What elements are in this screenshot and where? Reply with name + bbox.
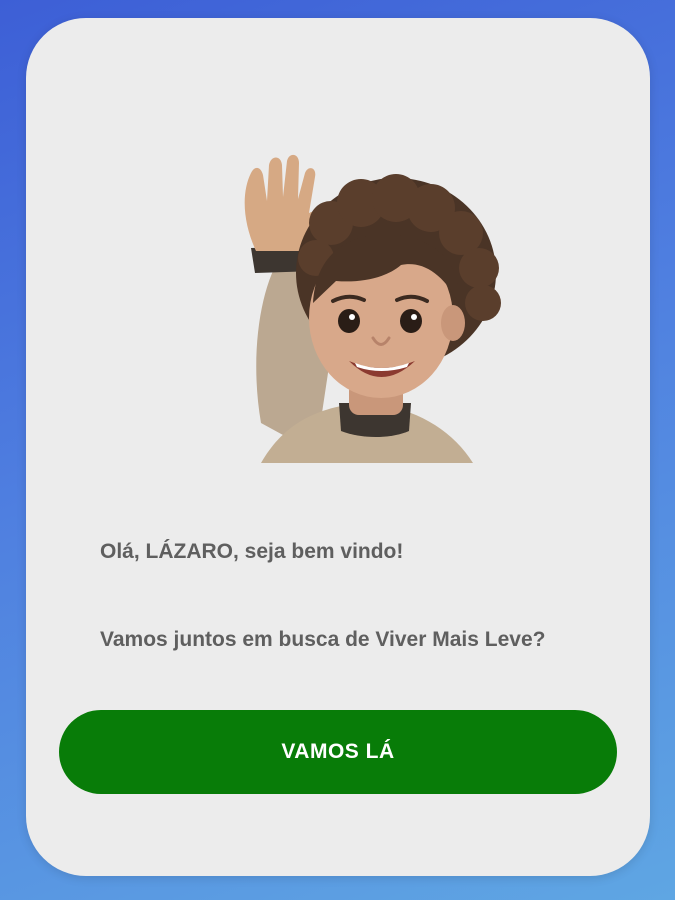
greeting-text: Olá, LÁZARO, seja bem vindo!	[100, 540, 404, 563]
welcome-card: Olá, LÁZARO, seja bem vindo! Vamos junto…	[26, 18, 650, 876]
vamos-la-button[interactable]: VAMOS LÁ	[59, 710, 617, 794]
waving-memoji-icon	[244, 154, 501, 463]
subtitle-text: Vamos juntos em busca de Viver Mais Leve…	[100, 628, 546, 651]
